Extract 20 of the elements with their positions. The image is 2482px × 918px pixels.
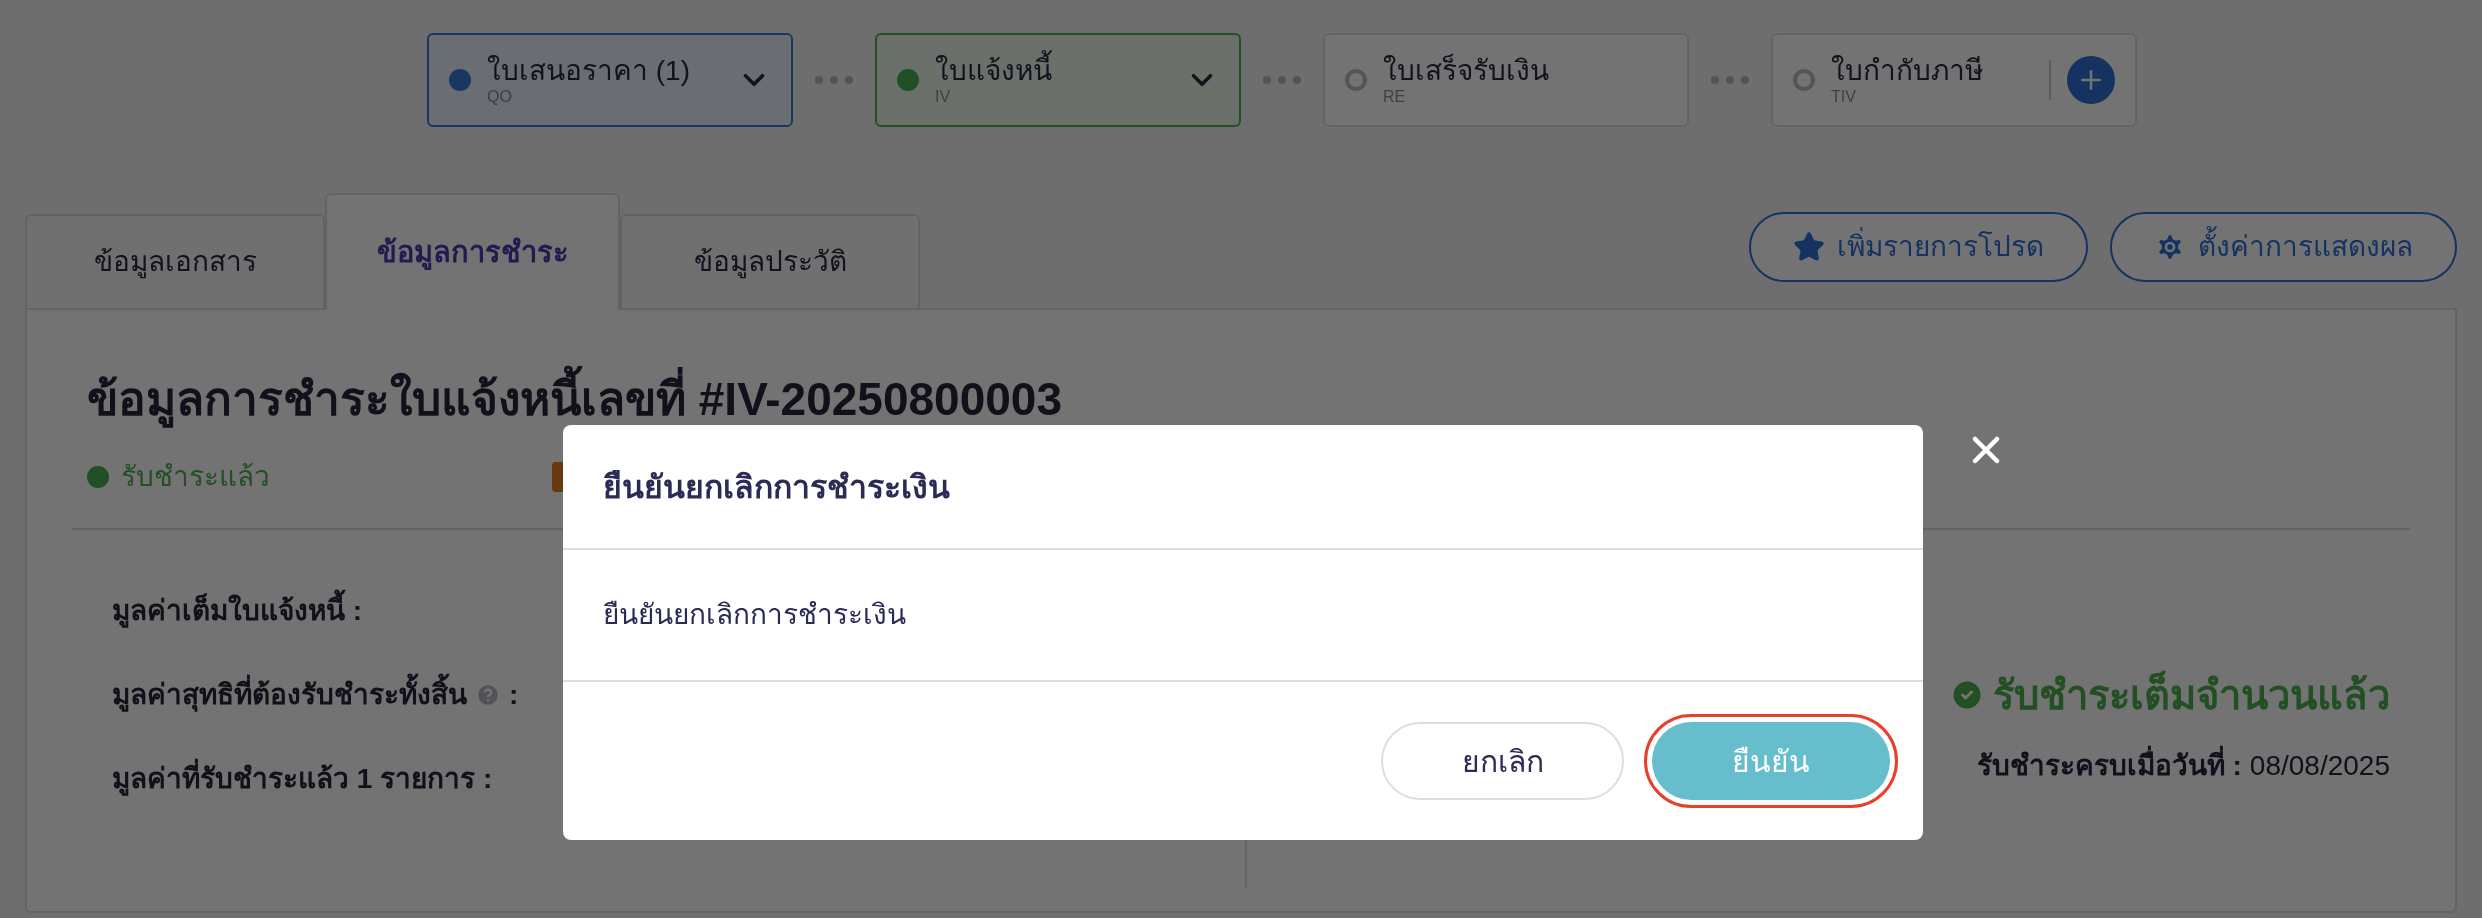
- step-label: ใบเสนอราคา (1): [487, 54, 691, 88]
- payment-status: รับชำระแล้ว: [121, 460, 270, 494]
- tab[interactable]: ข้อมูลการชำระ: [325, 193, 620, 310]
- amount-label: มูลค่าที่รับชำระแล้ว 1 รายการ :: [112, 758, 493, 800]
- tab[interactable]: ข้อมูลเอกสาร: [25, 214, 325, 310]
- step-label: ใบกำกับภาษี: [1831, 54, 1984, 88]
- paid-date-label: รับชำระครบเมื่อวันที่ :: [1976, 745, 2242, 787]
- colon-text: :: [509, 678, 519, 712]
- action-button[interactable]: ตั้งค่าการแสดงผล: [2110, 212, 2457, 282]
- cancel-button[interactable]: ยกเลิก: [1381, 722, 1624, 800]
- tab[interactable]: ข้อมูลประวัติ: [620, 214, 920, 310]
- paid-date: 08/08/2025: [2249, 749, 2390, 783]
- dialog-title: ยืนยันยกเลิกการชำระเงิน: [603, 467, 950, 507]
- amount-label: มูลค่าสุทธิที่ต้องรับชำระทั้งสิ้น: [112, 674, 467, 716]
- action-button[interactable]: เพิ่มรายการโปรด: [1749, 212, 2088, 282]
- step-label: ใบเสร็จรับเงิน: [1383, 54, 1550, 88]
- amount-label: มูลค่าเต็มใบแจ้งหนี้ :: [112, 590, 363, 632]
- paid-status: รับชำระเต็มจำนวนแล้ว: [1993, 665, 2390, 725]
- dialog-message: ยืนยันยกเลิกการชำระเงิน: [603, 598, 906, 632]
- payment-title: ข้อมูลการชำระใบแจ้งหนี้เลขที่ #IV-20250800003: [87, 365, 2395, 434]
